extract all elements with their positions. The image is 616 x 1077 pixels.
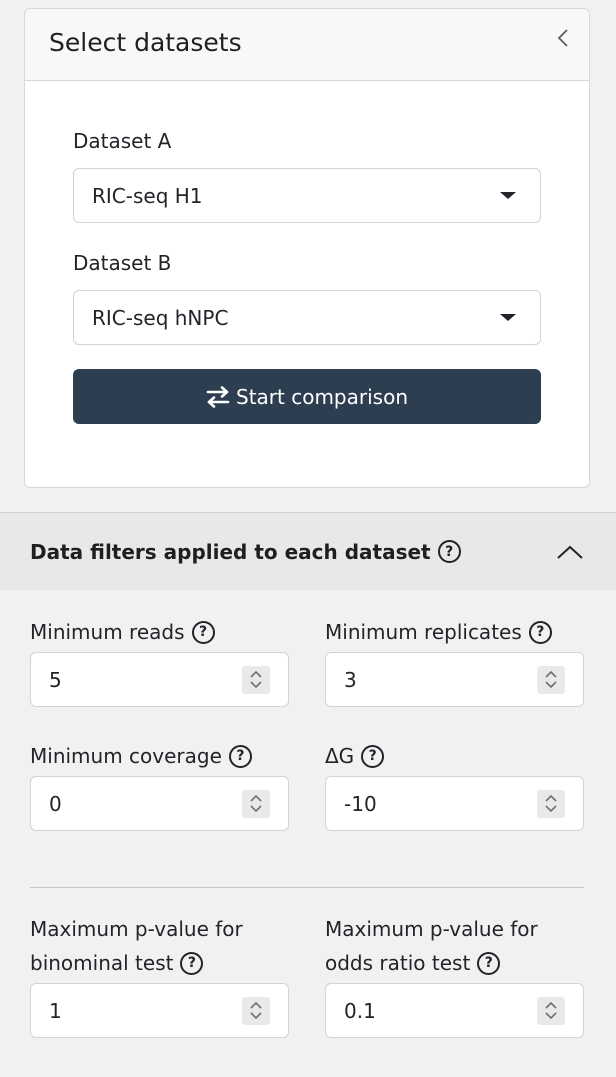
min-reads-label: Minimum reads ? [30,615,290,649]
start-comparison-label: Start comparison [236,384,408,409]
data-filters-title-text: Data filters applied to each dataset [30,539,431,564]
min-replicates-label: Minimum replicates ? [325,615,585,649]
spinner-arrows-icon[interactable] [242,996,270,1025]
max-p-odds-field: Maximum p-value for odds ratio test ? 0.… [325,912,585,1038]
max-p-odds-label: Maximum p-value for odds ratio test ? [325,912,585,980]
spinner-arrows-icon[interactable] [537,789,565,818]
max-p-odds-value: 0.1 [344,998,376,1023]
question-circle-icon[interactable]: ? [437,540,461,563]
dataset-b-value: RIC-seq hNPC [92,305,229,330]
question-circle-icon[interactable]: ? [180,951,204,975]
dataset-b-label: Dataset B [73,251,172,275]
max-p-binominal-label: Maximum p-value for binominal test ? [30,912,290,980]
min-reads-value: 5 [49,667,62,692]
max-p-binominal-label-line2: binominal test [30,951,174,975]
min-reads-field: Minimum reads ? 5 [30,615,290,707]
spinner-arrows-icon[interactable] [242,665,270,694]
card-title: Select datasets [49,28,242,57]
max-p-binominal-field: Maximum p-value for binominal test ? 1 [30,912,290,1038]
question-circle-icon[interactable]: ? [228,744,252,768]
min-reads-label-text: Minimum reads [30,620,185,644]
question-circle-icon[interactable]: ? [528,620,552,644]
min-coverage-label-text: Minimum coverage [30,744,222,768]
max-p-odds-label-line1: Maximum p-value for [325,917,538,941]
chevron-left-icon[interactable] [553,24,573,52]
max-p-odds-input[interactable]: 0.1 [325,983,584,1038]
question-circle-icon[interactable]: ? [191,620,215,644]
min-coverage-field: Minimum coverage ? 0 [30,739,290,831]
dataset-a-value: RIC-seq H1 [92,183,203,208]
card-header: Select datasets [25,9,589,81]
caret-down-icon [500,192,516,199]
min-coverage-input[interactable]: 0 [30,776,289,831]
min-replicates-label-text: Minimum replicates [325,620,522,644]
delta-g-input[interactable]: -10 [325,776,584,831]
data-filters-accordion-header[interactable]: Data filters applied to each dataset ? [0,513,616,590]
select-datasets-card: Select datasets Dataset A RIC-seq H1 Dat… [24,8,590,488]
delta-g-value: -10 [344,791,377,816]
question-circle-icon[interactable]: ? [477,951,501,975]
question-circle-icon[interactable]: ? [361,744,385,768]
filters-divider [30,887,584,888]
max-p-binominal-input[interactable]: 1 [30,983,289,1038]
dataset-a-label: Dataset A [73,129,172,153]
chevron-up-icon[interactable] [556,544,584,560]
dataset-a-select[interactable]: RIC-seq H1 [73,168,541,223]
min-coverage-label: Minimum coverage ? [30,739,290,773]
max-p-binominal-value: 1 [49,998,62,1023]
max-p-odds-label-line2: odds ratio test [325,951,471,975]
data-filters-title: Data filters applied to each dataset ? [30,540,461,564]
max-p-binominal-label-line1: Maximum p-value for [30,917,243,941]
min-replicates-value: 3 [344,667,357,692]
min-replicates-input[interactable]: 3 [325,652,584,707]
caret-down-icon [500,314,516,321]
dataset-b-select[interactable]: RIC-seq hNPC [73,290,541,345]
min-replicates-field: Minimum replicates ? 3 [325,615,585,707]
card-body: Dataset A RIC-seq H1 Dataset B RIC-seq h… [25,81,589,424]
start-comparison-button[interactable]: Start comparison [73,369,541,424]
delta-g-label: ΔG ? [325,739,585,773]
spinner-arrows-icon[interactable] [537,996,565,1025]
min-reads-input[interactable]: 5 [30,652,289,707]
spinner-arrows-icon[interactable] [242,789,270,818]
min-coverage-value: 0 [49,791,62,816]
delta-g-field: ΔG ? -10 [325,739,585,831]
spinner-arrows-icon[interactable] [537,665,565,694]
delta-g-label-text: ΔG [325,744,355,768]
exchange-arrows-icon [206,385,230,408]
